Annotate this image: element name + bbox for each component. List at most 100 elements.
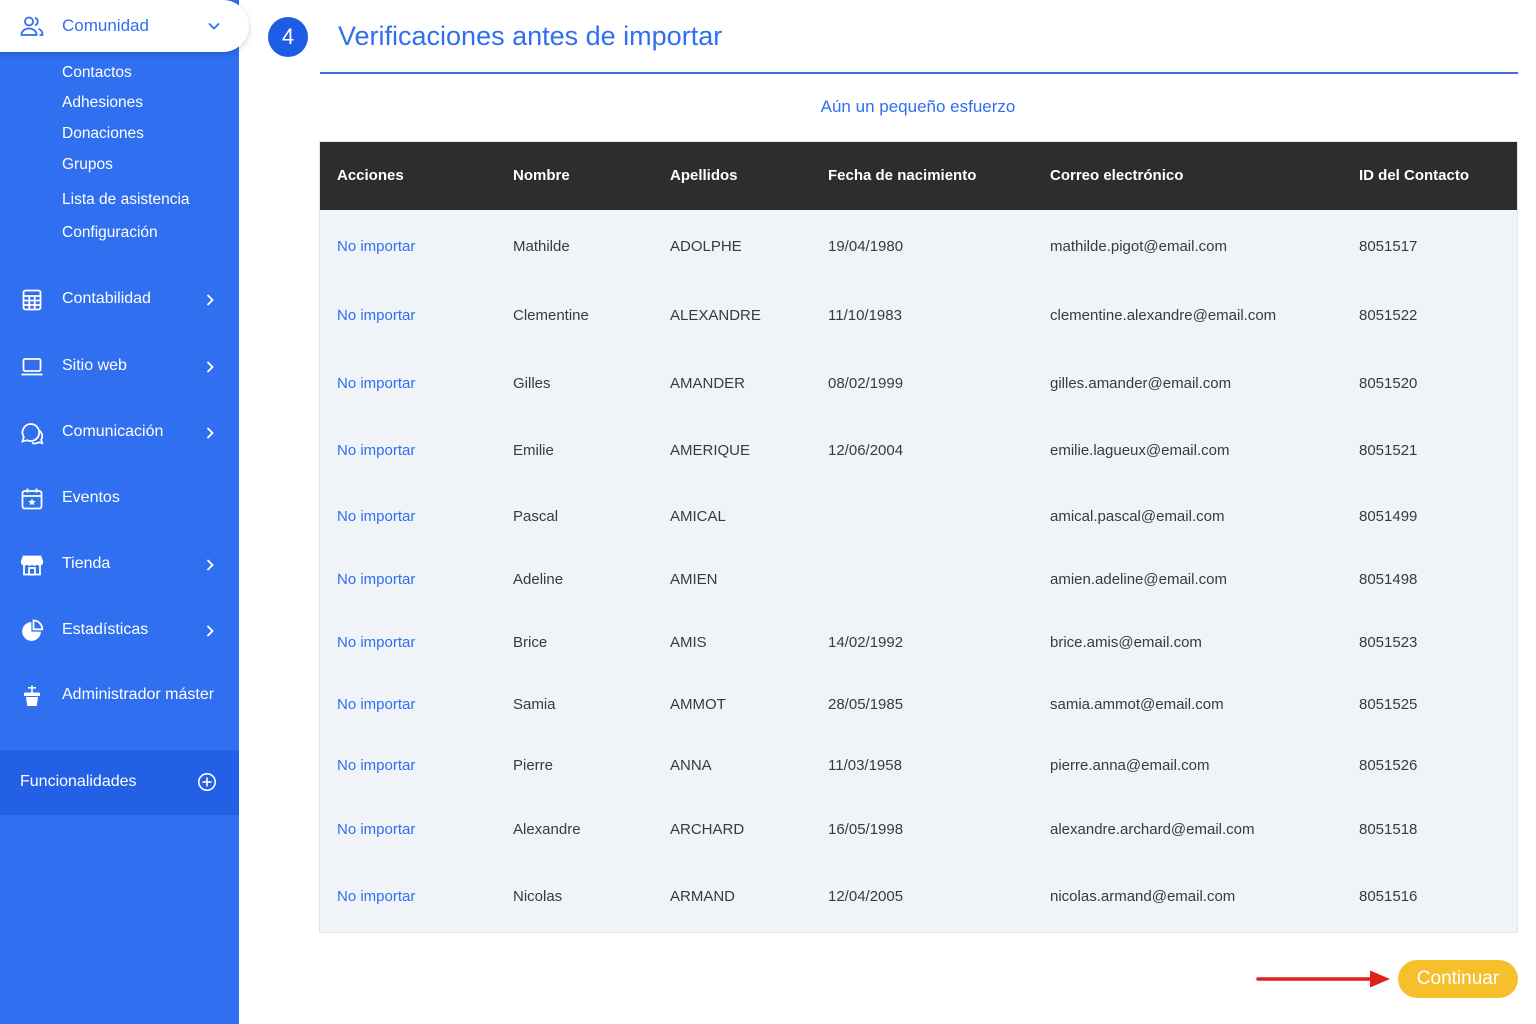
sidebar-item-estadisticas[interactable]: Estadísticas — [0, 611, 239, 651]
cell-nombre: Mathilde — [513, 238, 570, 255]
cell-correo: alexandre.archard@email.com — [1050, 821, 1255, 838]
chevron-right-icon — [202, 425, 218, 441]
sidebar-subitem-lista-asistencia[interactable]: Lista de asistencia — [62, 191, 190, 209]
cell-id-contacto: 8051525 — [1359, 696, 1418, 713]
no-importar-link[interactable]: No importar — [337, 821, 415, 838]
no-importar-link[interactable]: No importar — [337, 571, 415, 588]
sidebar-item-contabilidad[interactable]: Contabilidad — [0, 280, 239, 320]
sidebar-item-comunidad[interactable]: Comunidad — [0, 0, 249, 52]
cell-apellidos: AMIS — [670, 634, 707, 651]
no-importar-link[interactable]: No importar — [337, 508, 415, 525]
chevron-right-icon — [202, 623, 218, 639]
table-row: No importar Brice AMIS 14/02/1992 brice.… — [320, 624, 1517, 664]
cell-apellidos: AMERIQUE — [670, 442, 751, 459]
cell-fecha-nacimiento: 12/06/2004 — [828, 442, 904, 459]
sidebar-subitem-grupos[interactable]: Grupos — [62, 156, 113, 174]
cell-correo: emilie.lagueux@email.com — [1050, 442, 1230, 459]
no-importar-link[interactable]: No importar — [337, 757, 415, 774]
cell-id-contacto: 8051499 — [1359, 508, 1418, 525]
no-importar-link[interactable]: No importar — [337, 442, 415, 459]
chevron-right-icon — [202, 359, 218, 375]
cell-id-contacto: 8051518 — [1359, 821, 1418, 838]
cell-id-contacto: 8051521 — [1359, 442, 1418, 459]
cell-apellidos: ADOLPHE — [670, 238, 742, 255]
cell-nombre: Pierre — [513, 757, 554, 774]
cell-fecha-nacimiento: 11/03/1958 — [828, 757, 902, 774]
sidebar-subitem-contactos[interactable]: Contactos — [62, 64, 132, 82]
sidebar-subitem-configuracion[interactable]: Configuración — [62, 224, 158, 242]
cell-correo: nicolas.armand@email.com — [1050, 888, 1236, 905]
cell-fecha-nacimiento: 16/05/1998 — [828, 821, 904, 838]
step-number-badge: 4 — [268, 17, 308, 57]
users-icon — [20, 15, 44, 37]
column-header-fecha-nacimiento: Fecha de nacimiento — [828, 167, 977, 184]
calendar-icon — [20, 487, 44, 511]
plus-circle-icon[interactable] — [197, 772, 217, 792]
table-row: No importar Emilie AMERIQUE 12/06/2004 e… — [320, 432, 1517, 472]
sidebar-item-administrador-master[interactable]: Administrador máster — [0, 676, 239, 716]
no-importar-link[interactable]: No importar — [337, 696, 415, 713]
red-arrow-icon — [1256, 968, 1392, 990]
cell-nombre: Pascal — [513, 508, 559, 525]
cell-nombre: Nicolas — [513, 888, 563, 905]
calculator-icon — [20, 288, 44, 312]
sidebar-item-label: Eventos — [62, 489, 120, 506]
sidebar-item-tienda[interactable]: Tienda — [0, 545, 239, 585]
page-subtitle: Aún un pequeño esfuerzo — [820, 97, 1016, 116]
no-importar-link[interactable]: No importar — [337, 634, 415, 651]
cell-fecha-nacimiento: 14/02/1992 — [828, 634, 904, 651]
admin-icon — [20, 684, 44, 708]
column-header-correo: Correo electrónico — [1050, 167, 1184, 184]
sidebar-subitem-adhesiones[interactable]: Adhesiones — [62, 94, 143, 112]
continue-button[interactable]: Continuar — [1398, 960, 1518, 998]
sidebar-item-sitio-web[interactable]: Sitio web — [0, 347, 239, 387]
no-importar-link[interactable]: No importar — [337, 375, 415, 392]
table-row: No importar Nicolas ARMAND 12/04/2005 ni… — [320, 878, 1517, 918]
title-divider — [320, 72, 1518, 74]
table-header: Acciones Nombre Apellidos Fecha de nacim… — [320, 142, 1517, 210]
sidebar-features[interactable]: Funcionalidades — [0, 750, 239, 815]
cell-fecha-nacimiento: 19/04/1980 — [828, 238, 904, 255]
sidebar-item-label: Comunidad — [62, 16, 149, 35]
cell-nombre: Clementine — [513, 307, 589, 324]
cell-id-contacto: 8051526 — [1359, 757, 1418, 774]
cell-apellidos: AMMOT — [670, 696, 726, 713]
cell-apellidos: ARCHARD — [670, 821, 745, 838]
cell-correo: amien.adeline@email.com — [1050, 571, 1227, 588]
cell-correo: brice.amis@email.com — [1050, 634, 1202, 651]
column-header-id-contacto: ID del Contacto — [1359, 167, 1470, 184]
table-row: No importar Alexandre ARCHARD 16/05/1998… — [320, 811, 1517, 851]
cell-apellidos: AMICAL — [670, 508, 726, 525]
chat-icon — [20, 421, 44, 445]
cell-correo: clementine.alexandre@email.com — [1050, 307, 1277, 324]
cell-nombre: Emilie — [513, 442, 554, 459]
no-importar-link[interactable]: No importar — [337, 888, 415, 905]
sidebar-item-comunicacion[interactable]: Comunicación — [0, 413, 239, 453]
cell-apellidos: AMANDER — [670, 375, 746, 392]
app-root: Comunidad Contactos Adhesiones Donacione… — [0, 0, 1536, 1024]
cell-id-contacto: 8051523 — [1359, 634, 1418, 651]
cell-id-contacto: 8051498 — [1359, 571, 1418, 588]
cell-correo: pierre.anna@email.com — [1050, 757, 1210, 774]
cell-correo: samia.ammot@email.com — [1050, 696, 1224, 713]
sidebar-item-label: Comunicación — [62, 423, 164, 440]
sidebar-item-label: Sitio web — [62, 357, 127, 374]
sidebar-item-eventos[interactable]: Eventos — [0, 479, 239, 519]
cell-id-contacto: 8051516 — [1359, 888, 1418, 905]
pie-chart-icon — [20, 619, 44, 643]
cell-nombre: Adeline — [513, 571, 564, 588]
cell-apellidos: ARMAND — [670, 888, 736, 905]
table-row: No importar Mathilde ADOLPHE 19/04/1980 … — [320, 228, 1517, 268]
sidebar-subitem-donaciones[interactable]: Donaciones — [62, 125, 144, 143]
cell-apellidos: ALEXANDRE — [670, 307, 761, 324]
table-row: No importar Clementine ALEXANDRE 11/10/1… — [320, 297, 1517, 337]
cell-fecha-nacimiento: 28/05/1985 — [828, 696, 904, 713]
cell-id-contacto: 8051517 — [1359, 238, 1418, 255]
cell-correo: gilles.amander@email.com — [1050, 375, 1232, 392]
column-header-nombre: Nombre — [513, 167, 570, 184]
cell-nombre: Alexandre — [513, 821, 581, 838]
no-importar-link[interactable]: No importar — [337, 238, 415, 255]
no-importar-link[interactable]: No importar — [337, 307, 415, 324]
table-row: No importar Pierre ANNA 11/03/1958 pierr… — [320, 747, 1517, 787]
cell-fecha-nacimiento: 08/02/1999 — [828, 375, 904, 392]
